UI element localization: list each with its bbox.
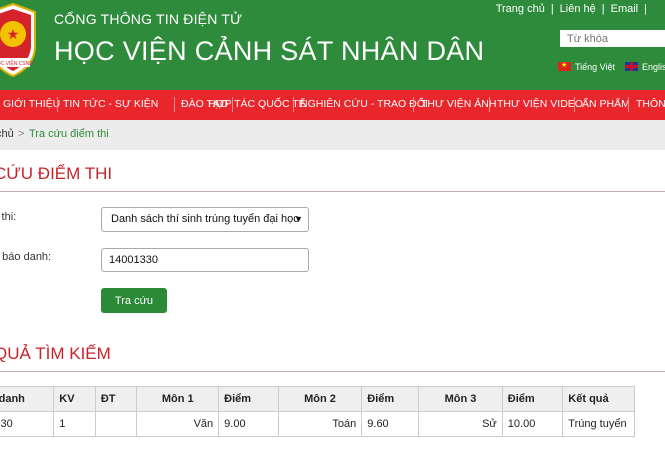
top-link-email[interactable]: Email	[611, 3, 639, 15]
table-cell: Văn	[136, 411, 220, 437]
svg-text:HỌC VIỆN CSND: HỌC VIỆN CSND	[0, 59, 33, 67]
uk-flag-icon[interactable]	[625, 62, 639, 71]
top-link-home[interactable]: Trang chủ	[496, 3, 545, 15]
table-cell: 10.00	[501, 411, 564, 437]
table-row: 001330 1 Văn 9.00 Toán 9.60 Sử 10.00 Trú…	[0, 411, 635, 437]
nav-item-thong[interactable]: THÔNG	[636, 90, 665, 120]
col-header: Môn 1	[136, 386, 220, 412]
table-cell: Sử	[418, 411, 503, 437]
academy-logo[interactable]: ★ HỌC VIỆN CSND	[0, 2, 38, 78]
site-title[interactable]: HỌC VIỆN CẢNH SÁT NHÂN DÂN	[54, 36, 484, 67]
lang-vietnamese[interactable]: Tiếng Việt	[575, 62, 615, 72]
col-header: ĐT	[94, 386, 138, 412]
chevron-down-icon: ▼	[294, 214, 303, 224]
nav-item-gioi-thieu[interactable]: GIỚI THIỆU	[3, 90, 60, 120]
nav-item-nghien-cuu[interactable]: NGHIÊN CỨU - TRAO ĐỔI	[300, 90, 428, 120]
site-header: ★ HỌC VIỆN CSND CỔNG THÔNG TIN ĐIỆN TỬ H…	[0, 0, 665, 90]
breadcrumb-separator: >	[18, 128, 25, 140]
site-subtitle: CỔNG THÔNG TIN ĐIỆN TỬ	[54, 11, 243, 27]
table-cell: 9.60	[361, 411, 420, 437]
svg-text:★: ★	[7, 27, 20, 43]
col-header: Môn 2	[277, 386, 363, 412]
col-header: Điểm	[218, 386, 279, 412]
breadcrumb-current[interactable]: Tra cứu điểm thi	[29, 120, 109, 149]
col-header: Kết quả	[562, 386, 635, 412]
table-cell: 001330	[0, 411, 55, 437]
nav-separator	[413, 97, 414, 112]
col-header: Điểm	[361, 386, 420, 412]
exam-select[interactable]: Danh sách thí sinh trúng tuyển đại học ▼	[101, 207, 309, 232]
search-section-title: CỨU ĐIỂM THI	[0, 164, 113, 183]
results-section-title: QUẢ TÌM KIẾM	[0, 344, 111, 363]
nav-item-thu-vien-anh[interactable]: THƯ VIỆN ẢNH	[421, 90, 496, 120]
table-cell: Toán	[277, 411, 363, 437]
search-input[interactable]	[560, 30, 665, 47]
nav-item-hop-tac[interactable]: HỢP TÁC QUỐC TẾ	[208, 90, 306, 120]
top-link-separator: |	[644, 3, 647, 15]
nav-separator	[628, 97, 629, 112]
section-divider	[0, 191, 665, 192]
nav-separator	[293, 97, 294, 112]
col-header: Điểm	[501, 386, 564, 412]
search-button[interactable]: Tra cứu	[101, 288, 167, 313]
vietnam-flag-icon[interactable]	[558, 61, 571, 71]
col-header: KV	[53, 386, 96, 412]
sbd-input[interactable]	[101, 248, 309, 272]
table-header-row: báo danh KV ĐT Môn 1 Điểm Môn 2 Điểm Môn…	[0, 386, 635, 412]
table-cell	[94, 411, 138, 437]
top-links: Trang chủ | Liên hệ | Email |	[496, 3, 653, 15]
breadcrumb-home[interactable]: chủ	[0, 120, 14, 149]
language-switcher: Tiếng Việt English	[558, 61, 665, 72]
main-nav: GIỚI THIỆU TIN TỨC - SỰ KIỆN ĐÀO TẠO HỢP…	[0, 90, 665, 120]
section-divider	[0, 371, 665, 372]
top-link-contact[interactable]: Liên hệ	[560, 3, 596, 15]
nav-separator	[174, 97, 175, 112]
top-link-separator: |	[601, 3, 605, 15]
nav-item-an-pham[interactable]: ẤN PHẨM	[582, 90, 630, 120]
exam-select-value: Danh sách thí sinh trúng tuyển đại học	[111, 213, 299, 225]
lang-english[interactable]: English	[642, 62, 665, 72]
nav-item-tin-tuc[interactable]: TIN TỨC - SỰ KIỆN	[63, 90, 158, 120]
table-cell: Trúng tuyển	[562, 411, 635, 437]
table-cell: 1	[53, 411, 96, 437]
col-header: Môn 3	[418, 386, 503, 412]
table-cell: 9.00	[218, 411, 279, 437]
sbd-label: ố báo danh:	[0, 251, 52, 263]
nav-separator	[574, 97, 575, 112]
nav-item-thu-vien-video[interactable]: THƯ VIỆN VIDEO	[497, 90, 583, 120]
exam-label: ỳ thi:	[0, 211, 17, 223]
col-header: báo danh	[0, 386, 55, 412]
results-table: báo danh KV ĐT Môn 1 Điểm Môn 2 Điểm Môn…	[0, 386, 635, 437]
top-link-separator: |	[550, 3, 554, 15]
nav-separator	[489, 97, 490, 112]
nav-separator	[57, 97, 58, 112]
breadcrumb: chủ > Tra cứu điểm thi	[0, 120, 665, 150]
